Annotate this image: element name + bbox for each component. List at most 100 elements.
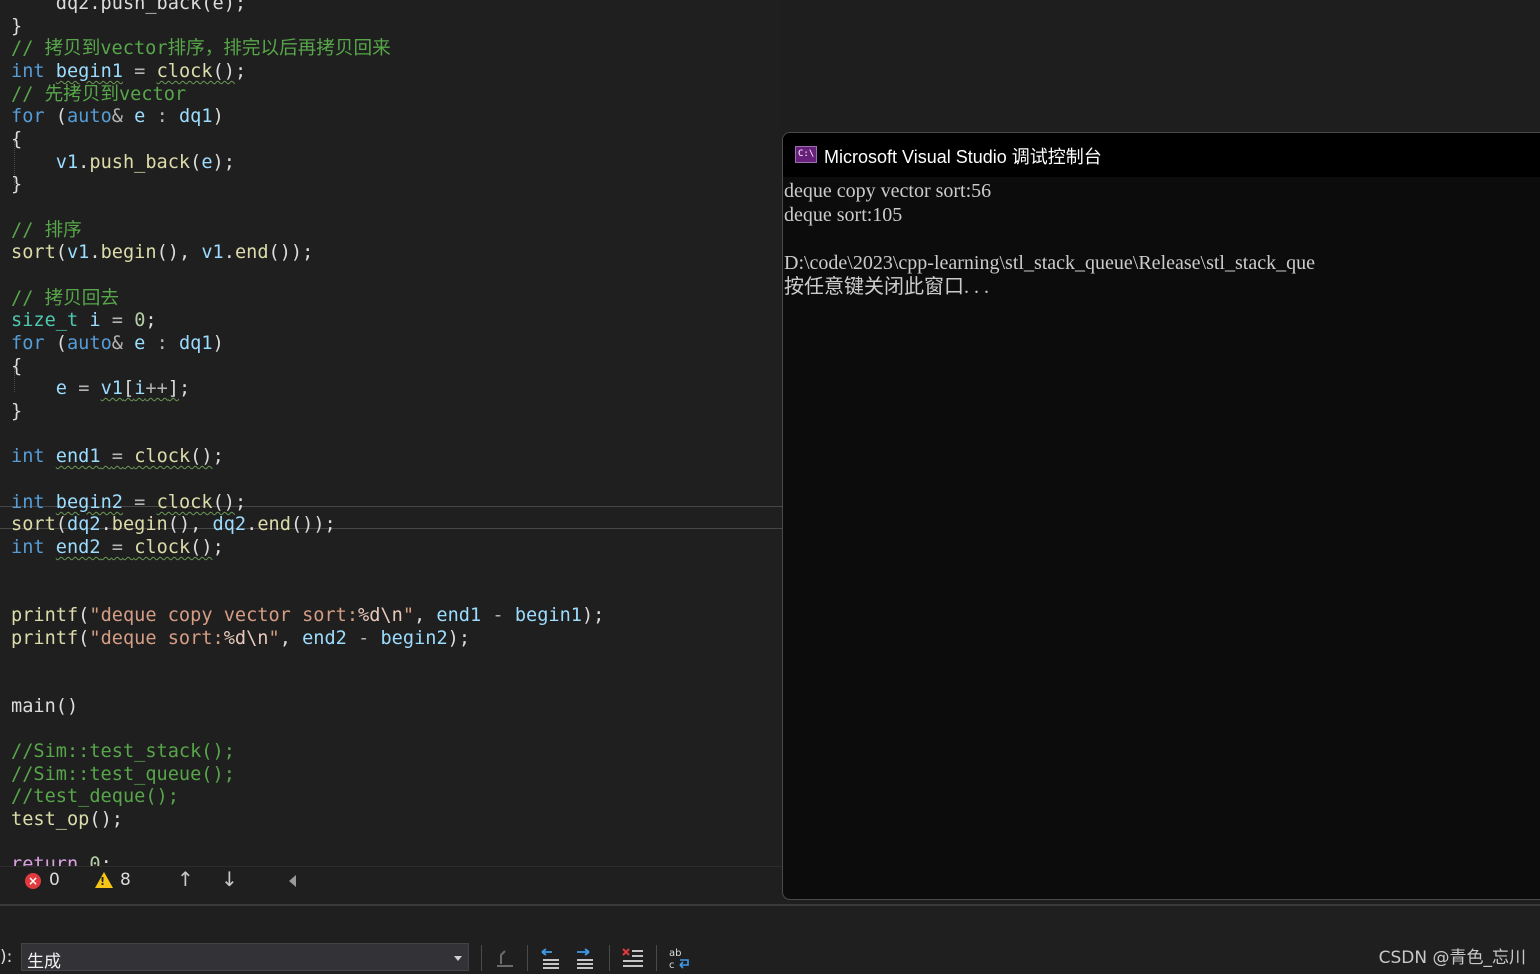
code-token: sort — [11, 242, 56, 263]
code-line[interactable]: //Sim::test_queue(); — [11, 764, 235, 786]
code-token: sort — [11, 514, 56, 535]
code-line[interactable]: int begin1 = clock(); — [11, 61, 246, 83]
code-token: ( — [190, 152, 202, 173]
code-token: ++ — [145, 378, 168, 399]
code-line[interactable]: { — [11, 356, 22, 378]
previous-issue-arrow-up-icon[interactable]: ↑ — [177, 867, 194, 891]
code-token: main() — [11, 696, 79, 717]
code-token: test_op — [11, 809, 90, 830]
code-token: // 拷贝到vector排序，排完以后再拷贝回来 — [11, 38, 391, 59]
code-line[interactable]: sort(dq2.begin(), dq2.end()); — [11, 514, 336, 536]
code-token: ( — [44, 106, 67, 127]
go-to-next-message-icon[interactable] — [573, 946, 597, 970]
debug-console-window[interactable]: C:\ Microsoft Visual Studio 调试控制台 deque … — [782, 132, 1540, 900]
code-token: ; — [212, 446, 224, 467]
panel-splitter[interactable] — [0, 904, 1540, 906]
code-token: // 先拷贝到vector — [11, 84, 187, 105]
code-line[interactable]: //test_deque(); — [11, 786, 179, 808]
code-token: i — [89, 310, 101, 331]
code-token: dq1 — [178, 106, 213, 127]
toolbar-separator — [609, 945, 610, 971]
code-line[interactable]: main() — [11, 696, 78, 718]
code-token: ) — [212, 106, 224, 127]
code-token: clock — [156, 492, 213, 513]
code-token: dq2 — [212, 514, 247, 535]
code-token: . — [78, 152, 90, 173]
code-token: & — [111, 333, 123, 354]
code-token: . — [223, 242, 235, 263]
code-line[interactable]: //Sim::test_stack(); — [11, 741, 235, 763]
next-issue-arrow-down-icon[interactable]: ↓ — [221, 867, 238, 891]
code-token: ] — [167, 378, 179, 399]
find-message-in-code-icon[interactable] — [493, 946, 517, 970]
code-line[interactable]: // 拷贝回去 — [11, 288, 119, 310]
clear-all-icon[interactable] — [621, 946, 645, 970]
code-line[interactable]: } — [11, 401, 22, 423]
code-token: ( — [55, 242, 67, 263]
code-line[interactable]: printf("deque copy vector sort:%d\n", en… — [11, 605, 604, 627]
code-token: . — [246, 514, 258, 535]
code-line[interactable]: e = v1[i++]; — [11, 378, 190, 400]
code-token: dq1 — [178, 333, 213, 354]
code-line[interactable]: // 拷贝到vector排序，排完以后再拷贝回来 — [11, 38, 391, 60]
code-line[interactable]: } — [11, 174, 22, 196]
code-line[interactable]: // 排序 — [11, 220, 82, 242]
code-line[interactable]: test_op(); — [11, 809, 123, 831]
code-line[interactable]: printf("deque sort:%d\n", end2 - begin2)… — [11, 628, 470, 650]
code-line[interactable]: int end1 = clock(); — [11, 446, 224, 468]
code-token: clock — [134, 446, 191, 467]
code-token: e — [134, 106, 146, 127]
output-source-select[interactable]: 生成 — [21, 943, 469, 972]
scroll-left-icon[interactable] — [289, 875, 296, 887]
code-token: e — [134, 333, 146, 354]
code-token: dq2.push_back(e); — [11, 0, 247, 14]
code-token: int — [11, 537, 45, 558]
code-token: [ — [122, 378, 135, 399]
editor-status-bar: × 0 ! 8 ↑ ↓ — [0, 866, 782, 895]
error-count[interactable]: 0 — [49, 870, 60, 890]
console-line: D:\code\2023\cpp-learning\stl_stack_queu… — [784, 252, 1315, 274]
toolbar-separator — [656, 945, 657, 971]
word-wrap-icon[interactable]: ab c — [668, 946, 692, 970]
code-line[interactable]: for (auto& e : dq1) — [11, 106, 224, 128]
code-line[interactable]: for (auto& e : dq1) — [11, 333, 224, 355]
code-token: end2 — [302, 628, 347, 649]
code-token: begin — [111, 514, 168, 535]
code-line[interactable]: int begin2 = clock(); — [11, 492, 246, 514]
code-token: " — [268, 628, 280, 649]
code-token: = — [78, 378, 90, 399]
code-line[interactable]: // 先拷贝到vector — [11, 84, 186, 106]
go-to-previous-message-icon[interactable] — [539, 946, 563, 970]
code-token: v1 — [66, 242, 90, 263]
code-token: begin — [100, 242, 157, 263]
code-token: () — [212, 61, 235, 82]
code-editor[interactable]: dq2.push_back(e);}// 拷贝到vector排序，排完以后再拷贝… — [0, 0, 782, 866]
code-line[interactable]: return 0; — [11, 854, 112, 866]
code-token: %d\n — [358, 605, 403, 626]
code-token: clock — [134, 537, 191, 558]
code-token: dq2 — [66, 514, 101, 535]
code-token: v1 — [100, 378, 123, 399]
code-line[interactable]: size_t i = 0; — [11, 310, 157, 332]
code-token: push_back — [89, 152, 191, 173]
code-line[interactable]: int end2 = clock(); — [11, 537, 224, 559]
console-titlebar[interactable]: C:\ Microsoft Visual Studio 调试控制台 — [783, 133, 1540, 177]
code-line[interactable]: { — [11, 129, 22, 151]
output-source-value: 生成 — [27, 952, 61, 972]
code-line[interactable]: v1.push_back(e); — [11, 152, 235, 174]
code-token: // 排序 — [11, 220, 82, 241]
code-line[interactable]: } — [11, 16, 22, 38]
code-line[interactable]: sort(v1.begin(), v1.end()); — [11, 242, 313, 264]
code-token: . — [89, 242, 101, 263]
warning-count[interactable]: 8 — [120, 870, 131, 890]
error-icon[interactable]: × — [25, 873, 41, 889]
code-line[interactable]: dq2.push_back(e); — [11, 0, 246, 15]
